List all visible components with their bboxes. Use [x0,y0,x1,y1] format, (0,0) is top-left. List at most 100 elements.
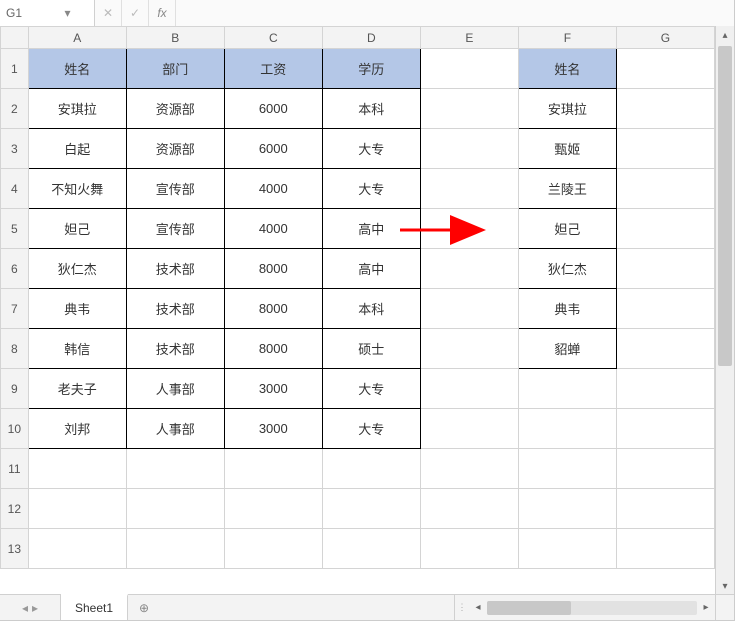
cell[interactable] [420,449,518,489]
col-header[interactable]: E [420,27,518,49]
col-header[interactable]: G [616,27,714,49]
table-data-cell[interactable]: 8000 [224,249,322,289]
cell[interactable] [224,529,322,569]
cell[interactable] [616,89,714,129]
side-list-cell[interactable]: 典韦 [518,289,616,329]
table-data-cell[interactable]: 8000 [224,289,322,329]
table-data-cell[interactable]: 安琪拉 [28,89,126,129]
hscroll-track[interactable] [487,601,697,615]
cell[interactable] [518,489,616,529]
table-data-cell[interactable]: 硕士 [322,329,420,369]
table-header-cell[interactable]: 部门 [126,49,224,89]
cell[interactable] [28,529,126,569]
table-header-cell[interactable]: 姓名 [28,49,126,89]
row-header[interactable]: 3 [1,129,29,169]
row-header[interactable]: 8 [1,329,29,369]
cell[interactable] [518,529,616,569]
table-data-cell[interactable]: 韩信 [28,329,126,369]
cell[interactable] [224,489,322,529]
table-header-cell[interactable]: 工资 [224,49,322,89]
cell[interactable] [420,169,518,209]
cell[interactable] [616,449,714,489]
cell[interactable] [518,449,616,489]
row-header[interactable]: 7 [1,289,29,329]
name-box-dropdown-icon[interactable]: ▾ [47,6,88,20]
cell[interactable] [616,409,714,449]
select-all-corner[interactable] [1,27,29,49]
table-header-cell[interactable]: 学历 [322,49,420,89]
side-list-cell[interactable]: 貂蝉 [518,329,616,369]
side-list-cell[interactable]: 甄姬 [518,129,616,169]
cell[interactable] [616,249,714,289]
cell[interactable] [518,369,616,409]
table-data-cell[interactable]: 4000 [224,169,322,209]
tab-prev-button[interactable]: ◂ [22,601,28,615]
scroll-left-button[interactable]: ◂ [469,602,487,613]
scroll-up-button[interactable]: ▴ [716,26,734,44]
col-header[interactable]: B [126,27,224,49]
cell[interactable] [126,529,224,569]
col-header[interactable]: A [28,27,126,49]
name-box[interactable]: G1 ▾ [0,0,95,26]
table-data-cell[interactable]: 妲己 [28,209,126,249]
cell[interactable] [420,49,518,89]
insert-function-button[interactable]: fx [149,0,176,26]
scroll-right-button[interactable]: ▸ [697,602,715,613]
table-data-cell[interactable]: 6000 [224,129,322,169]
cell[interactable] [420,409,518,449]
table-data-cell[interactable]: 4000 [224,209,322,249]
side-list-cell[interactable]: 妲己 [518,209,616,249]
cell[interactable] [616,209,714,249]
cell[interactable] [420,209,518,249]
row-header[interactable]: 5 [1,209,29,249]
cell[interactable] [126,449,224,489]
side-list-cell[interactable]: 兰陵王 [518,169,616,209]
cell[interactable] [616,529,714,569]
cell[interactable] [322,449,420,489]
cell[interactable] [616,369,714,409]
table-data-cell[interactable]: 白起 [28,129,126,169]
cell[interactable] [420,329,518,369]
cell[interactable] [616,169,714,209]
table-data-cell[interactable]: 本科 [322,89,420,129]
vscroll-track[interactable] [716,44,734,577]
table-data-cell[interactable]: 宣传部 [126,209,224,249]
table-data-cell[interactable]: 资源部 [126,89,224,129]
cell-grid[interactable]: A B C D E F G 1姓名部门工资学历姓名2安琪拉资源部6000本科安琪… [0,26,715,569]
cell[interactable] [322,529,420,569]
cell[interactable] [28,489,126,529]
row-header[interactable]: 13 [1,529,29,569]
table-data-cell[interactable]: 人事部 [126,409,224,449]
cell[interactable] [616,129,714,169]
cell[interactable] [420,89,518,129]
table-data-cell[interactable]: 刘邦 [28,409,126,449]
cell[interactable] [616,329,714,369]
col-header[interactable]: D [322,27,420,49]
vscroll-thumb[interactable] [718,46,732,366]
table-data-cell[interactable]: 大专 [322,409,420,449]
cell[interactable] [616,489,714,529]
cell[interactable] [420,249,518,289]
row-header[interactable]: 11 [1,449,29,489]
table-data-cell[interactable]: 8000 [224,329,322,369]
table-data-cell[interactable]: 3000 [224,409,322,449]
cell[interactable] [420,129,518,169]
cell[interactable] [616,289,714,329]
col-header[interactable]: C [224,27,322,49]
row-header[interactable]: 2 [1,89,29,129]
cell[interactable] [420,289,518,329]
table-data-cell[interactable]: 不知火舞 [28,169,126,209]
side-list-cell[interactable]: 安琪拉 [518,89,616,129]
sheet-tab-active[interactable]: Sheet1 [61,594,128,620]
cell[interactable] [126,489,224,529]
col-header[interactable]: F [518,27,616,49]
row-header[interactable]: 12 [1,489,29,529]
table-data-cell[interactable]: 大专 [322,169,420,209]
row-header[interactable]: 9 [1,369,29,409]
row-header[interactable]: 4 [1,169,29,209]
cell[interactable] [420,529,518,569]
confirm-formula-button[interactable]: ✓ [122,0,149,26]
table-data-cell[interactable]: 3000 [224,369,322,409]
table-data-cell[interactable]: 资源部 [126,129,224,169]
row-header[interactable]: 6 [1,249,29,289]
